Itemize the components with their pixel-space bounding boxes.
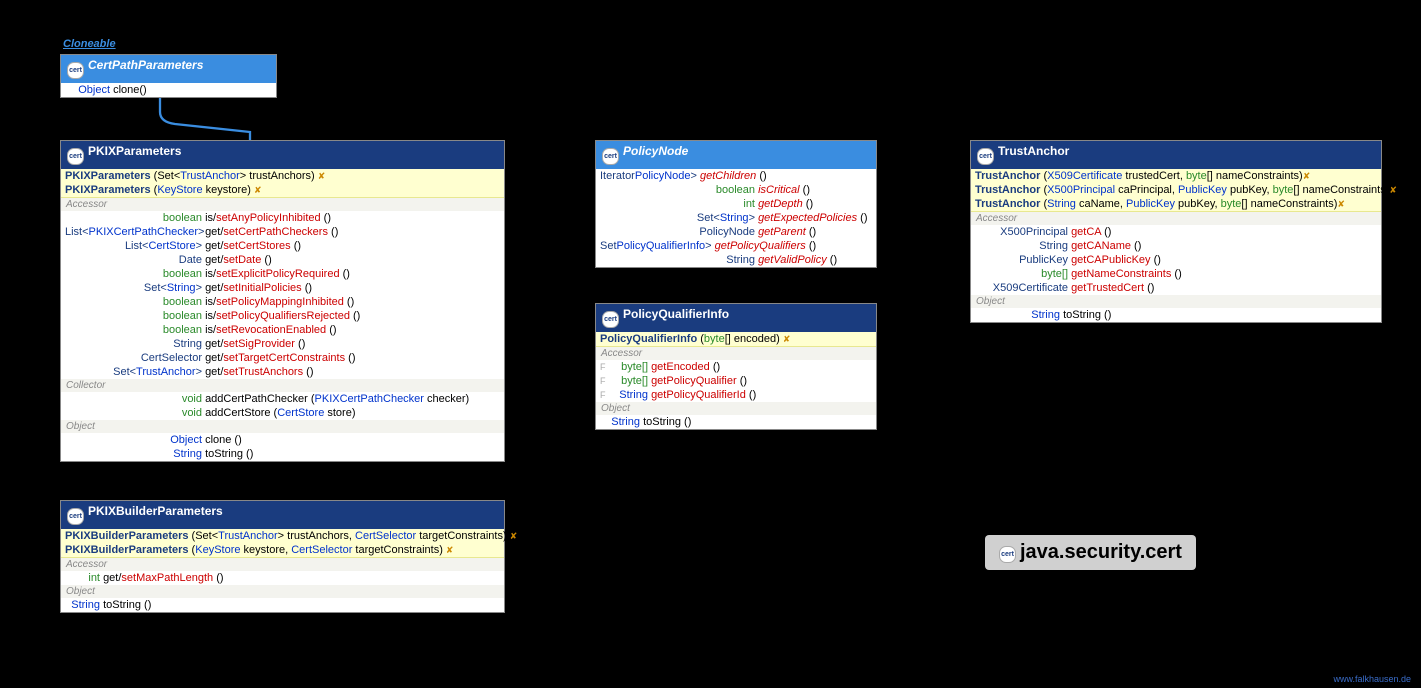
- section-accessor: Accessor: [971, 212, 1381, 225]
- section-object: Object: [61, 420, 504, 433]
- class-trustanchor: certTrustAnchor TrustAnchor (X509Certifi…: [970, 140, 1382, 323]
- cloneable-label: Cloneable: [63, 38, 116, 50]
- section-accessor: Accessor: [596, 347, 876, 360]
- cert-icon: cert: [602, 148, 619, 165]
- class-title: PolicyQualifierInfo: [623, 307, 729, 321]
- section-object: Object: [971, 295, 1381, 308]
- cert-icon: cert: [67, 62, 84, 79]
- class-title: TrustAnchor: [998, 144, 1069, 158]
- section-collector: Collector: [61, 379, 504, 392]
- class-policyqualifierinfo: certPolicyQualifierInfo PolicyQualifierI…: [595, 303, 877, 430]
- cert-icon: cert: [977, 148, 994, 165]
- class-title: PKIXParameters: [88, 144, 181, 158]
- package-label: certjava.security.cert: [985, 535, 1196, 570]
- class-pkixbuilderparameters: certPKIXBuilderParameters PKIXBuilderPar…: [60, 500, 505, 613]
- class-pkixparameters: certPKIXParameters PKIXParameters (Set<T…: [60, 140, 505, 462]
- section-object: Object: [596, 402, 876, 415]
- section-accessor: Accessor: [61, 198, 504, 211]
- class-title: CertPathParameters: [88, 58, 203, 72]
- credit: www.falkhausen.de: [1333, 674, 1411, 684]
- cert-icon: cert: [67, 508, 84, 525]
- cert-icon: cert: [999, 546, 1016, 563]
- class-title: PKIXBuilderParameters: [88, 504, 223, 518]
- class-policynode: certPolicyNode IteratorPolicyNode> getCh…: [595, 140, 877, 268]
- class-certpathparameters: certCertPathParameters Object clone(): [60, 54, 277, 98]
- section-accessor: Accessor: [61, 558, 504, 571]
- cert-icon: cert: [602, 311, 619, 328]
- cert-icon: cert: [67, 148, 84, 165]
- class-title: PolicyNode: [623, 144, 688, 158]
- section-object: Object: [61, 585, 504, 598]
